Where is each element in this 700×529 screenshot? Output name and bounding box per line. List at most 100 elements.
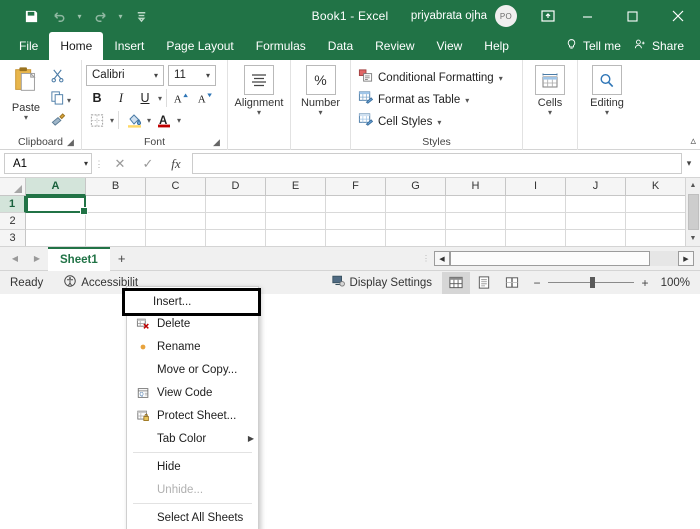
- column-header-j[interactable]: J: [566, 178, 626, 196]
- cell-a2[interactable]: [26, 213, 86, 230]
- scroll-left-icon[interactable]: ◀: [434, 251, 450, 266]
- column-header-a[interactable]: A: [26, 178, 86, 196]
- column-header-k[interactable]: K: [626, 178, 685, 196]
- redo-icon[interactable]: [87, 4, 113, 28]
- fill-color-button[interactable]: [123, 110, 145, 131]
- split-handle[interactable]: ⋮: [418, 255, 434, 262]
- cell-j3[interactable]: [566, 230, 626, 246]
- cell-k2[interactable]: [626, 213, 685, 230]
- row-header-3[interactable]: 3: [0, 230, 26, 246]
- scroll-up-icon[interactable]: ▲: [686, 178, 700, 193]
- paste-button[interactable]: Paste ▾: [4, 63, 48, 135]
- cell-a1[interactable]: [26, 196, 86, 213]
- font-size-combo[interactable]: 11 ▾: [168, 65, 216, 86]
- cell-d3[interactable]: [206, 230, 266, 246]
- customize-qat-icon[interactable]: [128, 4, 154, 28]
- normal-view-button[interactable]: [442, 272, 470, 294]
- conditional-formatting-dropdown-icon[interactable]: ▾: [499, 74, 503, 83]
- minimize-button[interactable]: [565, 0, 610, 32]
- tab-home[interactable]: Home: [49, 32, 103, 60]
- cells-button[interactable]: Cells ▾: [528, 63, 572, 135]
- column-header-b[interactable]: B: [86, 178, 146, 196]
- context-menu-item-rename[interactable]: Rename: [127, 335, 258, 358]
- context-menu-item-protect-sheet[interactable]: Protect Sheet...: [127, 404, 258, 427]
- number-button[interactable]: % Number ▾: [295, 63, 346, 135]
- cell-f1[interactable]: [326, 196, 386, 213]
- context-menu-item-view-code[interactable]: Q View Code: [127, 381, 258, 404]
- cell-c1[interactable]: [146, 196, 206, 213]
- font-family-combo[interactable]: Calibri ▾: [86, 65, 164, 86]
- borders-dropdown-icon[interactable]: ▾: [110, 116, 114, 125]
- context-menu-item-hide[interactable]: Hide: [127, 455, 258, 478]
- cell-k1[interactable]: [626, 196, 685, 213]
- copy-dropdown-icon[interactable]: ▾: [67, 96, 71, 105]
- font-size-caret-icon[interactable]: ▾: [203, 71, 213, 80]
- cells-dropdown-icon[interactable]: ▾: [548, 109, 552, 116]
- cell-f3[interactable]: [326, 230, 386, 246]
- cell-b1[interactable]: [86, 196, 146, 213]
- column-header-g[interactable]: G: [386, 178, 446, 196]
- column-header-f[interactable]: F: [326, 178, 386, 196]
- cell-k3[interactable]: [626, 230, 685, 246]
- horizontal-scrollbar[interactable]: ◀ ▶: [434, 251, 694, 267]
- column-header-h[interactable]: H: [446, 178, 506, 196]
- column-header-i[interactable]: I: [506, 178, 566, 196]
- conditional-formatting-button[interactable]: Conditional Formatting ▾: [355, 67, 518, 89]
- zoom-out-button[interactable]: −: [532, 276, 542, 290]
- context-menu-item-select-all-sheets[interactable]: Select All Sheets: [127, 506, 258, 529]
- enter-formula-button[interactable]: ✓: [134, 153, 162, 174]
- font-color-dropdown-icon[interactable]: ▾: [177, 116, 181, 125]
- cell-b2[interactable]: [86, 213, 146, 230]
- cell-j2[interactable]: [566, 213, 626, 230]
- avatar[interactable]: PO: [495, 5, 517, 27]
- add-sheet-button[interactable]: +: [110, 247, 134, 271]
- editing-dropdown-icon[interactable]: ▾: [605, 109, 609, 116]
- tab-page-layout[interactable]: Page Layout: [155, 32, 244, 60]
- alignment-button[interactable]: Alignment ▾: [232, 63, 286, 135]
- number-dropdown-icon[interactable]: ▾: [318, 109, 322, 116]
- font-family-caret-icon[interactable]: ▾: [151, 71, 161, 80]
- cell-g1[interactable]: [386, 196, 446, 213]
- cell-c2[interactable]: [146, 213, 206, 230]
- zoom-slider[interactable]: − +: [526, 276, 656, 290]
- column-header-e[interactable]: E: [266, 178, 326, 196]
- cell-h3[interactable]: [446, 230, 506, 246]
- cell-i3[interactable]: [506, 230, 566, 246]
- cell-g3[interactable]: [386, 230, 446, 246]
- tab-insert[interactable]: Insert: [103, 32, 155, 60]
- scroll-right-icon[interactable]: ▶: [678, 251, 694, 266]
- tell-me-button[interactable]: Tell me: [557, 32, 629, 60]
- format-as-table-dropdown-icon[interactable]: ▾: [465, 96, 469, 105]
- column-header-c[interactable]: C: [146, 178, 206, 196]
- cell-f2[interactable]: [326, 213, 386, 230]
- vertical-scrollbar[interactable]: ▲ ▼: [685, 178, 700, 246]
- zoom-in-button[interactable]: +: [640, 276, 650, 290]
- cell-d2[interactable]: [206, 213, 266, 230]
- borders-button[interactable]: [86, 110, 108, 131]
- display-settings-button[interactable]: Display Settings: [321, 271, 442, 295]
- font-dialog-launcher[interactable]: ◢: [213, 137, 225, 149]
- scroll-down-icon[interactable]: ▼: [686, 231, 700, 246]
- cell-j1[interactable]: [566, 196, 626, 213]
- row-header-2[interactable]: 2: [0, 213, 26, 230]
- fill-color-dropdown-icon[interactable]: ▾: [147, 116, 151, 125]
- cell-b3[interactable]: [86, 230, 146, 246]
- name-box-caret-icon[interactable]: ▾: [84, 159, 88, 168]
- grow-font-button[interactable]: A: [171, 88, 193, 109]
- formula-input[interactable]: [192, 153, 682, 174]
- cancel-formula-button[interactable]: ✕: [106, 153, 134, 174]
- tab-help[interactable]: Help: [473, 32, 520, 60]
- vertical-scroll-thumb[interactable]: [688, 194, 699, 230]
- tab-data[interactable]: Data: [317, 32, 364, 60]
- maximize-button[interactable]: [610, 0, 655, 32]
- cell-a3[interactable]: [26, 230, 86, 246]
- page-break-preview-button[interactable]: [498, 272, 526, 294]
- clipboard-dialog-launcher[interactable]: ◢: [67, 137, 79, 149]
- cell-e3[interactable]: [266, 230, 326, 246]
- account-name[interactable]: priyabrata ojha: [411, 10, 487, 22]
- zoom-track[interactable]: [548, 282, 634, 283]
- cell-h2[interactable]: [446, 213, 506, 230]
- column-header-d[interactable]: D: [206, 178, 266, 196]
- tab-formulas[interactable]: Formulas: [245, 32, 317, 60]
- close-button[interactable]: [655, 0, 700, 32]
